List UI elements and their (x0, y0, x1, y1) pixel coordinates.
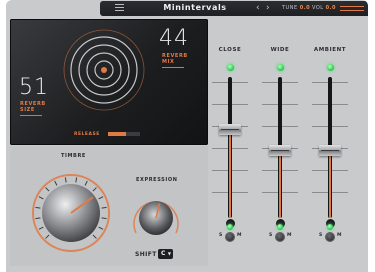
mute-button[interactable]: M (337, 233, 341, 238)
fader-ambient[interactable] (319, 145, 341, 157)
reverb-mix-label-line2: MIX (162, 59, 175, 65)
app-title: Minintervals (163, 3, 227, 12)
tune-label: TUNE (282, 5, 298, 11)
pan-knob[interactable] (326, 233, 334, 241)
tune-value: 0.0 (299, 5, 311, 11)
timbre-tick (101, 217, 107, 220)
shift-label: SHIFT (135, 251, 157, 258)
channel-led-close (227, 64, 234, 71)
reverb-display: 51 REVERB SIZE 44 REVERB MIX RELEASE (10, 19, 208, 145)
timbre-tick (54, 180, 58, 186)
timbre-tick (75, 177, 78, 183)
meter-line (340, 6, 364, 7)
timbre-tick (92, 234, 97, 239)
fader-level-line (229, 134, 231, 218)
pan-knob[interactable] (226, 233, 234, 241)
vol-value: 0.0 (325, 5, 337, 11)
timbre-tick (84, 180, 88, 186)
shift-select[interactable]: C ▼ (158, 249, 173, 259)
channel-bottom-led (327, 224, 333, 230)
reverb-mix-label: REVERB MIX (162, 53, 188, 65)
reverb-size-value[interactable]: 51 (19, 75, 49, 100)
timbre-tick (98, 196, 104, 200)
knob-graphics (32, 174, 179, 252)
channel-label-ambient: AMBIENT (313, 47, 347, 53)
reverb-mix-value[interactable]: 44 (159, 26, 189, 51)
plugin-window: Minintervals ‹ › TUNE 0.0 VOL 0.0 51 REV… (6, 0, 368, 272)
reverb-size-label-line2: SIZE (20, 107, 35, 113)
timbre-tick (45, 234, 50, 239)
fader-level-line (279, 155, 281, 218)
pan-knob[interactable] (276, 233, 284, 241)
reverb-mix-underline (162, 67, 184, 68)
timbre-tick (35, 217, 41, 220)
release-slider[interactable] (108, 132, 140, 136)
solo-button[interactable]: S (319, 233, 322, 238)
timbre-tick (38, 196, 44, 200)
reverb-size-underline (20, 115, 42, 116)
solo-button[interactable]: S (269, 233, 272, 238)
fader-close[interactable] (219, 124, 241, 136)
channel-bottom-led (227, 224, 233, 230)
vol-control[interactable]: VOL 0.0 (312, 5, 336, 11)
timbre-tick (64, 177, 67, 183)
vol-label: VOL (312, 5, 324, 11)
channel-led-wide (277, 64, 284, 71)
timbre-tick (101, 206, 107, 209)
channel-led-ambient (327, 64, 334, 71)
tune-control[interactable]: TUNE 0.0 (282, 5, 310, 11)
mute-button[interactable]: M (287, 233, 291, 238)
channel-label-close: CLOSE (218, 47, 242, 53)
channel-label-wide: WIDE (270, 47, 290, 53)
chevron-down-icon: ▼ (167, 251, 171, 256)
timbre-tick (35, 206, 41, 209)
top-bar: Minintervals ‹ › TUNE 0.0 VOL 0.0 (100, 1, 368, 16)
release-fill (108, 132, 126, 136)
reverb-size-label: REVERB SIZE (20, 101, 46, 113)
mute-button[interactable]: M (237, 233, 241, 238)
shift-value: C (161, 250, 166, 257)
release-label: RELEASE (74, 132, 100, 137)
fader-level-line (329, 155, 331, 218)
fader-wide[interactable] (269, 145, 291, 157)
timbre-tick (98, 226, 104, 230)
timbre-tick (92, 187, 97, 192)
preset-prev-button[interactable]: ‹ (256, 2, 260, 14)
timbre-tick (38, 226, 44, 230)
solo-button[interactable]: S (219, 233, 222, 238)
timbre-tick (45, 187, 50, 192)
preset-next-button[interactable]: › (266, 2, 270, 14)
channel-bottom-led (277, 224, 283, 230)
meter-line (340, 10, 364, 11)
